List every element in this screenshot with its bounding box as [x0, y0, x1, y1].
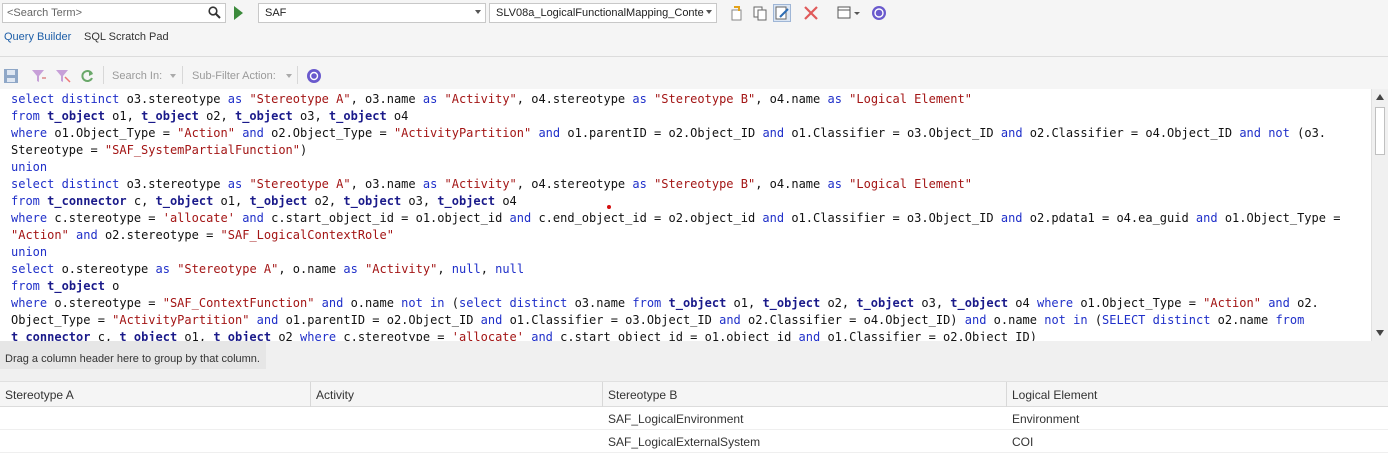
- search-placeholder: <Search Term>: [7, 7, 83, 19]
- separator: [182, 66, 183, 84]
- query-combo[interactable]: SLV08a_LogicalFunctionalMapping_Conte: [489, 3, 717, 23]
- cell-stereotype-b: SAF_LogicalExternalSystem: [608, 435, 761, 449]
- sql-editor[interactable]: select distinct o3.stereotype as "Stereo…: [0, 89, 1371, 341]
- cell-stereotype-a: [0, 430, 311, 452]
- delete-search-icon[interactable]: [802, 4, 820, 22]
- builder-menu-icon[interactable]: [836, 4, 860, 22]
- clear-filter-icon[interactable]: [55, 69, 71, 86]
- save-icon[interactable]: [3, 68, 19, 87]
- column-header-activity[interactable]: Activity: [311, 382, 603, 407]
- separator: [297, 66, 298, 84]
- help-icon[interactable]: [870, 4, 888, 22]
- tab-bar: Query Builder SQL Scratch Pad: [0, 28, 1388, 57]
- new-search-icon[interactable]: [728, 4, 746, 22]
- cell-stereotype-b: SAF_LogicalEnvironment: [608, 412, 744, 426]
- column-header-stereotype-a[interactable]: Stereotype A: [0, 382, 311, 407]
- tab-sql-scratch-pad[interactable]: SQL Scratch Pad: [84, 31, 169, 43]
- search-in-label: Search In:: [112, 70, 163, 82]
- query-combo-value: SLV08a_LogicalFunctionalMapping_Conte: [496, 7, 704, 19]
- search-icon[interactable]: [208, 6, 221, 22]
- separator: [103, 66, 104, 84]
- scroll-up-icon[interactable]: [1376, 94, 1384, 100]
- table-row[interactable]: SAF_LogicalExternalSystem COI: [0, 430, 1388, 453]
- chevron-down-icon: [706, 10, 712, 14]
- cell-logical-element: COI: [1012, 435, 1034, 449]
- results-grid: Stereotype A Activity Stereotype B Logic…: [0, 381, 1388, 453]
- search-in-dropdown[interactable]: [170, 74, 176, 78]
- subfilter-label: Sub-Filter Action:: [192, 70, 276, 82]
- text-cursor: [607, 205, 611, 209]
- sql-code: select distinct o3.stereotype as "Stereo…: [11, 92, 1341, 341]
- search-input[interactable]: <Search Term>: [2, 3, 226, 23]
- main-toolbar: <Search Term> SAF SLV08a_LogicalFunction…: [0, 0, 1388, 28]
- column-header-logical-element[interactable]: Logical Element: [1007, 382, 1388, 407]
- package-combo-value: SAF: [265, 7, 287, 19]
- add-filter-icon[interactable]: [31, 69, 47, 86]
- run-icon[interactable]: [234, 6, 243, 20]
- package-combo[interactable]: SAF: [258, 3, 486, 23]
- cell-activity: [311, 407, 603, 429]
- cell-activity: [311, 430, 603, 452]
- editor-toolbar: Search In: Sub-Filter Action:: [0, 57, 1388, 89]
- tab-query-builder[interactable]: Query Builder: [4, 31, 71, 43]
- edit-search-icon[interactable]: [773, 4, 791, 22]
- group-by-hint: Drag a column header here to group by th…: [0, 341, 266, 369]
- scroll-down-icon[interactable]: [1376, 330, 1384, 336]
- cell-stereotype-a: [0, 407, 311, 429]
- group-by-panel[interactable]: Drag a column header here to group by th…: [0, 341, 1388, 381]
- editor-scrollbar[interactable]: [1371, 89, 1388, 341]
- help-icon[interactable]: [306, 68, 322, 87]
- refresh-icon[interactable]: [79, 68, 95, 87]
- chevron-down-icon: [475, 10, 481, 14]
- subfilter-dropdown[interactable]: [286, 74, 292, 78]
- scroll-thumb[interactable]: [1375, 107, 1385, 155]
- table-row[interactable]: SAF_LogicalEnvironment Environment: [0, 407, 1388, 430]
- grid-header: Stereotype A Activity Stereotype B Logic…: [0, 381, 1388, 407]
- copy-search-icon[interactable]: [751, 4, 769, 22]
- column-header-stereotype-b[interactable]: Stereotype B: [603, 382, 1007, 407]
- cell-logical-element: Environment: [1012, 412, 1080, 426]
